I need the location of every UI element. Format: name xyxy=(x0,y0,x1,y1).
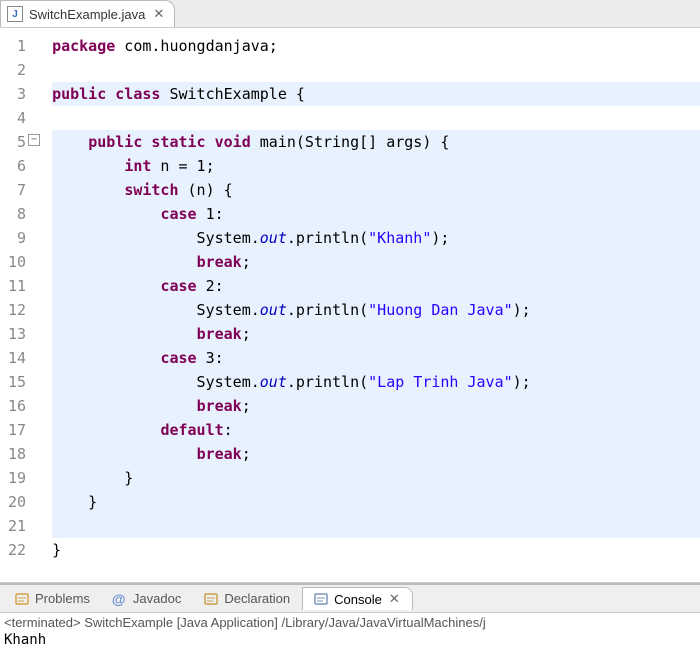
line-number: 15 xyxy=(8,370,26,394)
editor-tab-filename: SwitchExample.java xyxy=(29,7,145,22)
line-number: 5− xyxy=(8,130,26,154)
code-line[interactable]: case 3: xyxy=(52,346,700,370)
code-line[interactable]: System.out.println("Huong Dan Java"); xyxy=(52,298,700,322)
code-line[interactable]: System.out.println("Khanh"); xyxy=(52,226,700,250)
fold-toggle-icon[interactable]: − xyxy=(28,134,40,146)
view-tab-problems[interactable]: Problems xyxy=(4,588,100,610)
code-line[interactable]: break; xyxy=(52,394,700,418)
declaration-icon xyxy=(203,591,219,607)
line-number: 8 xyxy=(8,202,26,226)
javadoc-icon: @ xyxy=(112,591,128,607)
code-line[interactable]: int n = 1; xyxy=(52,154,700,178)
view-tab-label: Problems xyxy=(35,591,90,606)
code-line[interactable]: public static void main(String[] args) { xyxy=(52,130,700,154)
editor-tab[interactable]: J SwitchExample.java ✕ xyxy=(0,0,175,27)
view-tab-label: Javadoc xyxy=(133,591,181,606)
bottom-view-tab-bar: Problems @ Javadoc Declaration Console ✕ xyxy=(0,583,700,613)
close-icon[interactable]: ✕ xyxy=(151,6,166,22)
code-line[interactable]: System.out.println("Lap Trinh Java"); xyxy=(52,370,700,394)
view-tab-label: Declaration xyxy=(224,591,290,606)
line-number: 11 xyxy=(8,274,26,298)
line-number: 4 xyxy=(8,106,26,130)
code-line[interactable]: case 1: xyxy=(52,202,700,226)
console-launch-status: <terminated> SwitchExample [Java Applica… xyxy=(4,615,696,630)
line-number: 10 xyxy=(8,250,26,274)
line-number-gutter: 12345−678910111213141516171819202122 xyxy=(0,32,30,582)
line-number: 17 xyxy=(8,418,26,442)
line-number: 16 xyxy=(8,394,26,418)
editor-tab-bar: J SwitchExample.java ✕ xyxy=(0,0,700,28)
code-line[interactable]: case 2: xyxy=(52,274,700,298)
line-number: 9 xyxy=(8,226,26,250)
line-number: 13 xyxy=(8,322,26,346)
code-line[interactable]: public class SwitchExample { xyxy=(52,82,700,106)
code-line[interactable]: break; xyxy=(52,322,700,346)
line-number: 7 xyxy=(8,178,26,202)
code-line[interactable]: } xyxy=(52,490,700,514)
line-number: 3 xyxy=(8,82,26,106)
view-tab-console[interactable]: Console ✕ xyxy=(302,587,413,610)
line-number: 22 xyxy=(8,538,26,562)
line-number: 21 xyxy=(8,514,26,538)
code-line[interactable]: } xyxy=(52,466,700,490)
line-number: 6 xyxy=(8,154,26,178)
code-line[interactable]: break; xyxy=(52,442,700,466)
code-line[interactable]: break; xyxy=(52,250,700,274)
folding-ruler xyxy=(30,32,48,582)
view-tab-declaration[interactable]: Declaration xyxy=(193,588,300,610)
view-tab-javadoc[interactable]: @ Javadoc xyxy=(102,588,191,610)
code-line[interactable]: switch (n) { xyxy=(52,178,700,202)
code-line[interactable] xyxy=(52,106,700,130)
close-icon[interactable]: ✕ xyxy=(387,591,402,607)
line-number: 14 xyxy=(8,346,26,370)
console-icon xyxy=(313,591,329,607)
code-line[interactable] xyxy=(52,514,700,538)
code-line[interactable]: } xyxy=(52,538,700,562)
problems-icon xyxy=(14,591,30,607)
code-editor[interactable]: 12345−678910111213141516171819202122 pac… xyxy=(0,32,700,583)
line-number: 19 xyxy=(8,466,26,490)
console-output: Khanh xyxy=(4,632,696,648)
view-tab-label: Console xyxy=(334,592,382,607)
java-file-icon: J xyxy=(7,6,23,22)
code-line[interactable]: package com.huongdanjava; xyxy=(52,34,700,58)
line-number: 2 xyxy=(8,58,26,82)
line-number: 18 xyxy=(8,442,26,466)
console-view: <terminated> SwitchExample [Java Applica… xyxy=(0,613,700,650)
line-number: 12 xyxy=(8,298,26,322)
line-number: 20 xyxy=(8,490,26,514)
code-line[interactable] xyxy=(52,58,700,82)
line-number: 1 xyxy=(8,34,26,58)
code-line[interactable]: default: xyxy=(52,418,700,442)
code-content[interactable]: package com.huongdanjava; public class Sw… xyxy=(48,32,700,582)
